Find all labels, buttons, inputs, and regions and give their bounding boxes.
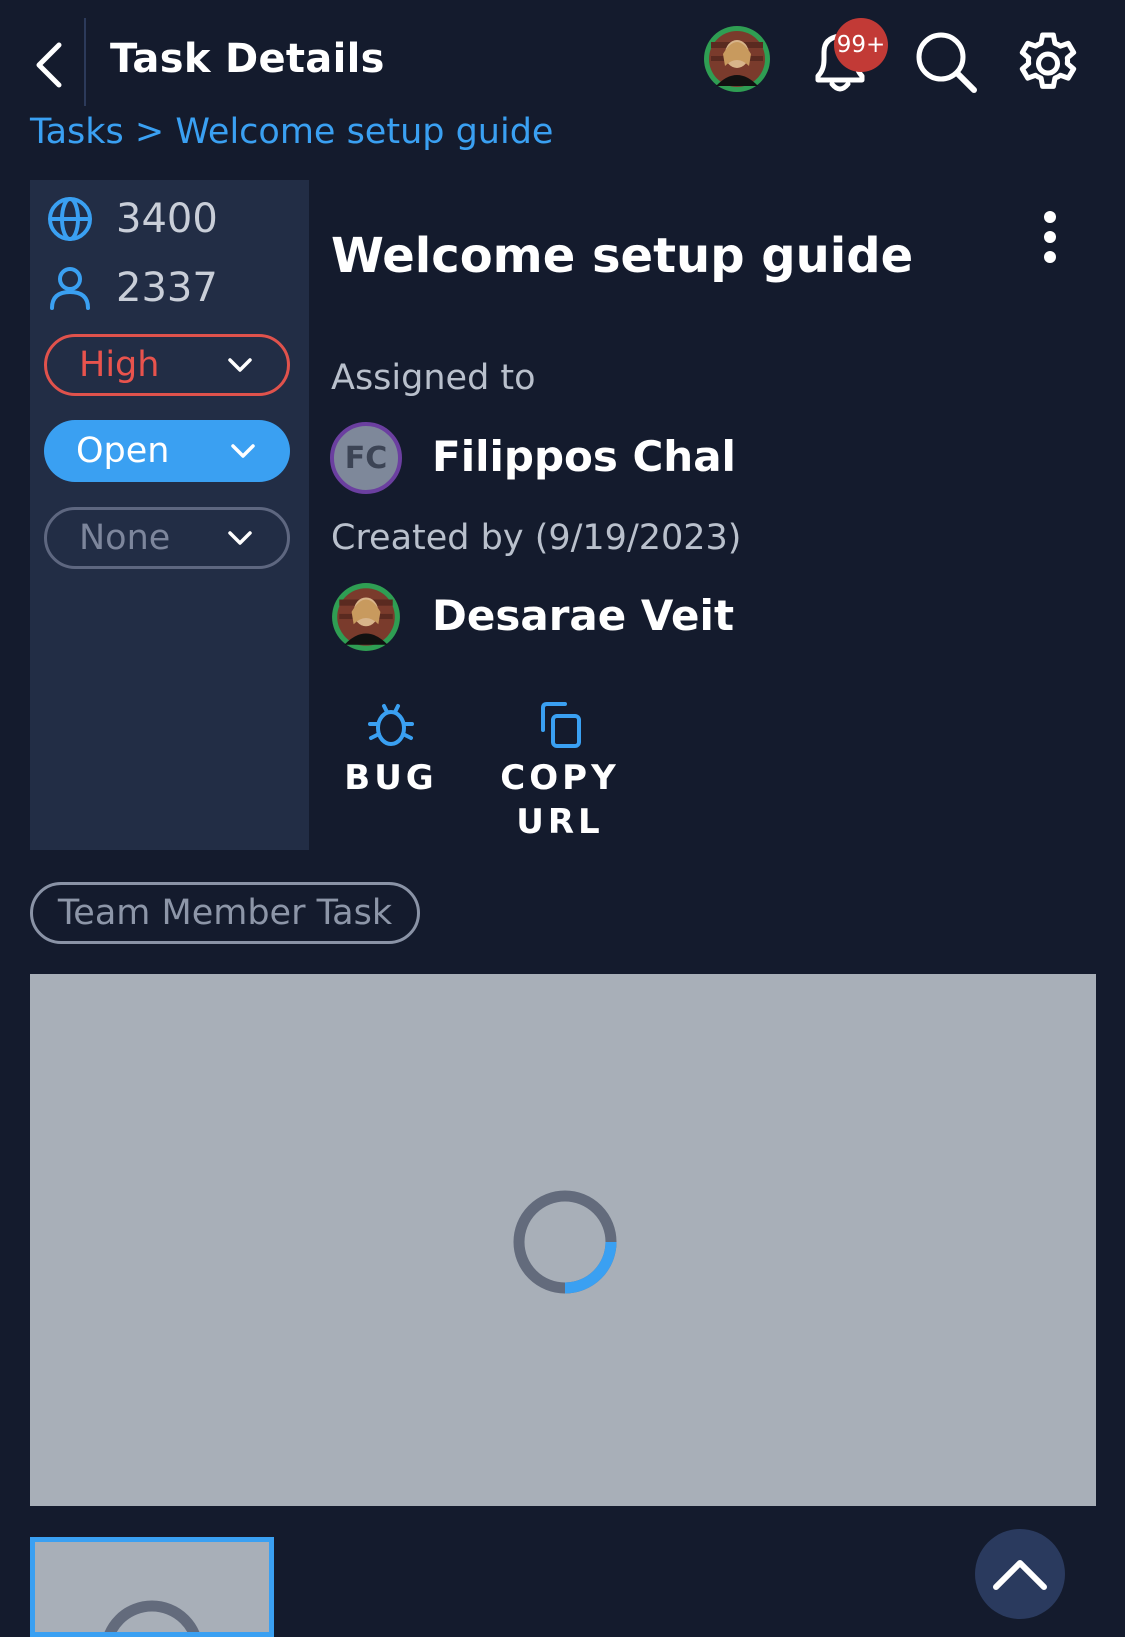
assigned-to-label: Assigned to [331, 358, 536, 398]
user-icon [50, 267, 90, 310]
task-type-tag: Team Member Task [30, 882, 420, 944]
loading-spinner-icon [104, 1600, 200, 1632]
gear-icon [1019, 32, 1077, 89]
category-value: None [79, 518, 171, 558]
copy-url-label: COPY URL [500, 758, 620, 842]
chevron-up-icon [993, 1560, 1047, 1590]
created-by-label: Created by (9/19/2023) [331, 518, 742, 558]
bug-icon [368, 704, 414, 746]
bug-button[interactable]: BUG [340, 700, 442, 800]
more-options-button[interactable] [1030, 205, 1070, 275]
chevron-down-icon [228, 358, 252, 372]
assignee-name: Filippos Chal [432, 432, 736, 481]
attachment-thumbnail[interactable] [30, 1537, 274, 1637]
search-icon [916, 32, 977, 93]
breadcrumb[interactable]: Tasks > Welcome setup guide [30, 112, 553, 152]
search-button[interactable] [910, 26, 982, 98]
copy-url-button[interactable]: COPY URL [490, 700, 630, 844]
globe-icon [48, 197, 92, 241]
status-value: Open [76, 431, 170, 471]
stat-row-users: 2337 [46, 261, 296, 315]
bug-label: BUG [344, 758, 438, 798]
user-avatar[interactable] [702, 24, 772, 94]
status-dropdown[interactable]: Open [44, 420, 290, 482]
stat-value: 3400 [116, 196, 218, 242]
stat-value: 2337 [116, 265, 218, 311]
chevron-left-icon [36, 42, 62, 88]
chevron-down-icon [228, 531, 252, 545]
assignee-avatar: FC [330, 422, 402, 494]
task-title: Welcome setup guide [331, 228, 914, 284]
more-vertical-icon [1044, 211, 1056, 263]
chevron-down-icon [231, 444, 255, 458]
loading-spinner-icon [511, 1188, 619, 1296]
header-divider [84, 18, 86, 106]
notification-badge: 99+ [834, 18, 888, 72]
back-button[interactable] [18, 30, 78, 100]
stat-row-views: 3400 [46, 192, 296, 246]
copy-icon [541, 702, 581, 748]
scroll-to-top-button[interactable] [975, 1529, 1065, 1619]
creator-avatar [330, 581, 402, 653]
category-dropdown[interactable]: None [44, 507, 290, 569]
creator-name: Desarae Veit [432, 591, 735, 640]
settings-button[interactable] [1010, 24, 1086, 100]
page-title: Task Details [110, 36, 385, 82]
priority-value: High [79, 345, 160, 385]
priority-dropdown[interactable]: High [44, 334, 290, 396]
